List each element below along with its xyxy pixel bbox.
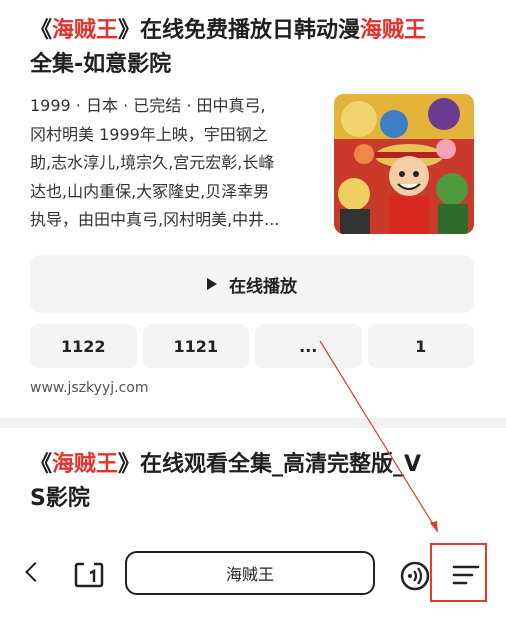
episode-button[interactable]: 1 <box>367 324 474 368</box>
desc-line: 助,志水淳儿,境宗久,宫元宏彰,长峰 <box>30 153 275 172</box>
episode-button[interactable]: 1122 <box>30 324 137 368</box>
tabs-icon[interactable] <box>74 561 104 589</box>
result-divider <box>0 418 506 428</box>
poster-thumbnail[interactable] <box>334 94 474 234</box>
result-title-2[interactable]: 《海贼王》在线观看全集_高清完整版_V S影院 <box>30 448 480 516</box>
search-input[interactable]: 海贼王 <box>125 551 375 595</box>
episode-more-button[interactable]: ... <box>255 324 362 368</box>
title-line-2: S影院 <box>30 486 90 511</box>
title-line-2: 全集-如意影院 <box>30 52 172 77</box>
title-keyword-2: 海贼王 <box>360 18 427 43</box>
search-query-text: 海贼王 <box>225 565 274 584</box>
title-bracket-open: 《 <box>30 18 53 43</box>
title-bracket-open: 《 <box>30 452 53 477</box>
desc-line: 1999 · 日本 · 已完结 · 田中真弓, <box>30 96 266 115</box>
listen-icon[interactable] <box>400 561 430 591</box>
result-description: 1999 · 日本 · 已完结 · 田中真弓, 冈村明美 1999年上映，宇田钢… <box>30 92 320 235</box>
desc-line: 冈村明美 1999年上映，宇田钢之 <box>30 124 268 144</box>
play-online-button[interactable]: 在线播放 <box>30 255 474 313</box>
episode-button[interactable]: 1121 <box>142 324 249 368</box>
title-middle: 》在线免费播放日韩动漫 <box>118 18 361 43</box>
title-rest: 》在线观看全集_高清完整版_V <box>118 452 422 477</box>
play-icon <box>207 278 217 290</box>
result-url[interactable]: www.jszkyyj.com <box>30 380 148 396</box>
play-label: 在线播放 <box>229 276 297 297</box>
search-result-card: 《海贼王》在线免费播放日韩动漫海贼王 全集-如意影院 1999 · 日本 · 已… <box>0 0 506 418</box>
desc-line: 达也,山内重保,大冢隆史,贝泽幸男 <box>30 181 270 201</box>
title-keyword: 海贼王 <box>52 452 119 477</box>
annotation-highlight-box <box>430 543 487 602</box>
episode-list: 1122 1121 ... 1 <box>30 324 474 368</box>
desc-line: 执导，由田中真弓,冈村明美,中井... <box>30 210 280 229</box>
result-title[interactable]: 《海贼王》在线免费播放日韩动漫海贼王 全集-如意影院 <box>30 14 480 82</box>
title-keyword: 海贼王 <box>52 18 119 43</box>
